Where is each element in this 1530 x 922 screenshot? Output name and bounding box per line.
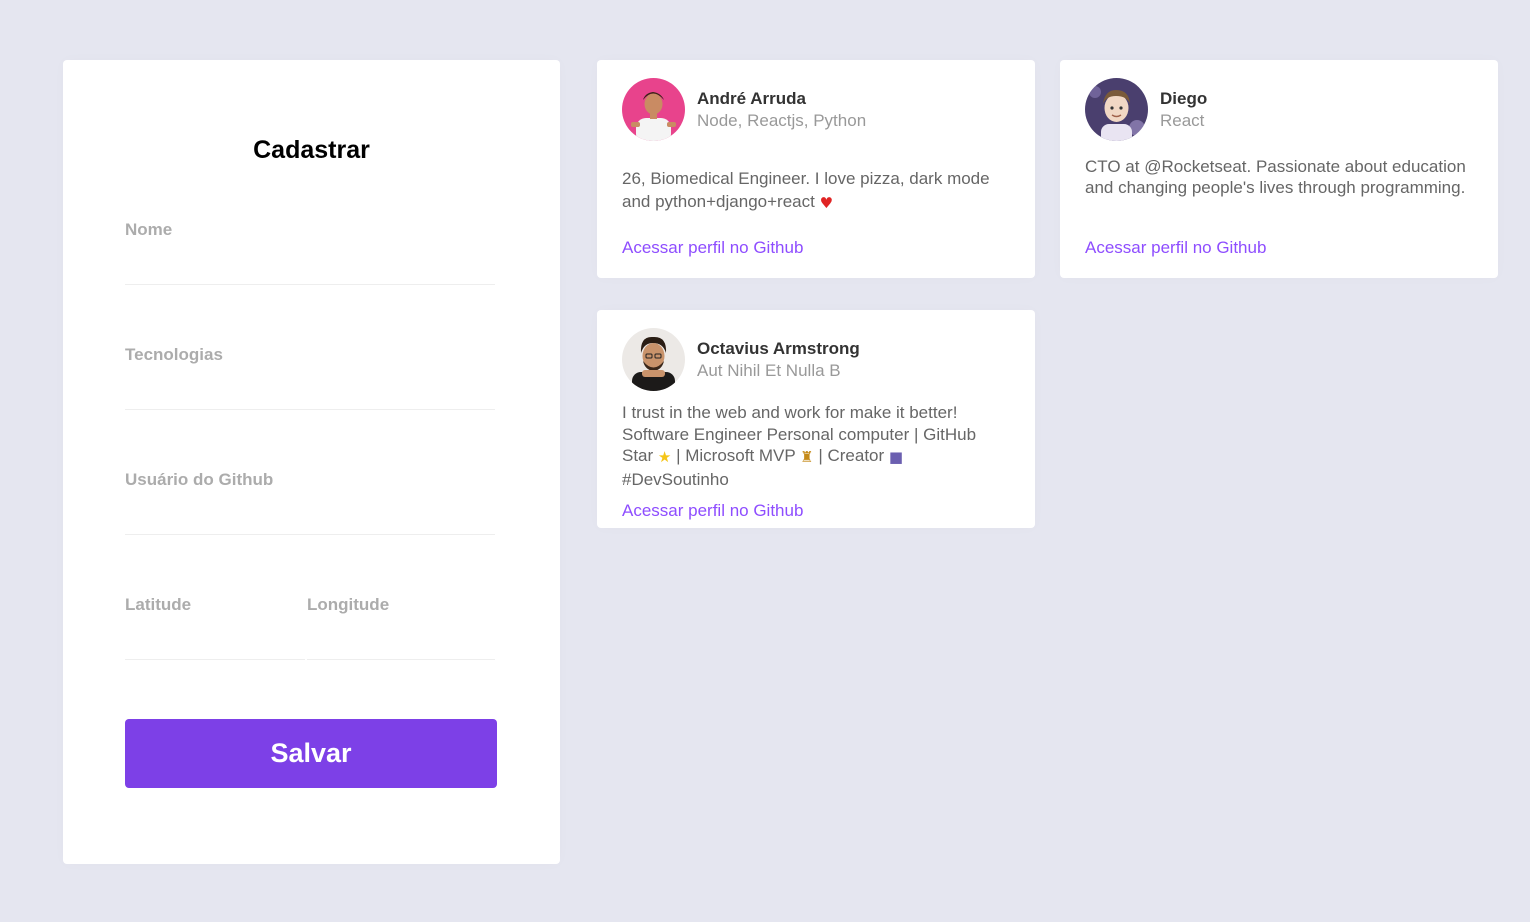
dev-info: André Arruda Node, Reactjs, Python xyxy=(697,89,866,131)
dev-bio-text: 26, Biomedical Engineer. I love pizza, d… xyxy=(622,169,990,211)
dev-name: Octavius Armstrong xyxy=(697,338,860,358)
trophy-icon: ♜ xyxy=(800,448,814,466)
name-field: Nome xyxy=(125,220,495,285)
github-profile-link[interactable]: Acessar perfil no Github xyxy=(1085,238,1266,258)
register-form-panel: Cadastrar Nome Tecnologias Usuário do Gi… xyxy=(63,60,560,864)
github-profile-link[interactable]: Acessar perfil no Github xyxy=(622,238,803,258)
name-input[interactable] xyxy=(125,253,495,285)
techs-field: Tecnologias xyxy=(125,345,495,410)
longitude-field: Longitude xyxy=(307,595,495,660)
dev-card-header: Octavius Armstrong Aut Nihil Et Nulla B xyxy=(622,328,1010,391)
avatar-photo-icon xyxy=(622,328,685,391)
dev-card-header: André Arruda Node, Reactjs, Python xyxy=(622,78,1010,141)
avatar-photo-icon xyxy=(622,78,685,141)
dev-info: Octavius Armstrong Aut Nihil Et Nulla B xyxy=(697,339,860,381)
latitude-label: Latitude xyxy=(125,595,192,614)
dev-info: Diego React xyxy=(1160,89,1207,131)
name-label: Nome xyxy=(125,220,173,239)
dev-bio-text: #DevSoutinho xyxy=(622,469,729,489)
dev-card: Diego React CTO at @Rocketseat. Passiona… xyxy=(1060,60,1498,278)
dev-bio: CTO at @Rocketseat. Passionate about edu… xyxy=(1085,157,1466,197)
github-profile-link[interactable]: Acessar perfil no Github xyxy=(622,501,803,521)
dev-techs: React xyxy=(1160,110,1205,130)
techs-label: Tecnologias xyxy=(125,345,223,364)
latitude-input[interactable] xyxy=(125,628,305,660)
longitude-input[interactable] xyxy=(307,628,495,660)
dev-card: Octavius Armstrong Aut Nihil Et Nulla B … xyxy=(597,310,1035,528)
dev-name: André Arruda xyxy=(697,88,806,108)
dev-bio-text: | Creator xyxy=(813,446,889,465)
github-username-input[interactable] xyxy=(125,503,495,535)
form-title: Cadastrar xyxy=(253,136,370,164)
avatar-photo-icon xyxy=(1085,78,1148,141)
dev-card-header: Diego React xyxy=(1085,78,1473,141)
dev-techs: Node, Reactjs, Python xyxy=(697,110,867,130)
longitude-label: Longitude xyxy=(307,595,390,614)
dev-techs: Aut Nihil Et Nulla B xyxy=(697,360,841,380)
latitude-field: Latitude xyxy=(125,595,305,660)
dev-bio: I trust in the web and work for make it … xyxy=(622,402,1010,490)
movie-camera-icon: ■ xyxy=(888,448,904,466)
github-username-field: Usuário do Github xyxy=(125,470,495,535)
dev-name: Diego xyxy=(1160,88,1208,108)
dev-bio-text: | Microsoft MVP xyxy=(671,446,801,465)
techs-input[interactable] xyxy=(125,378,495,410)
dev-bio: 26, Biomedical Engineer. I love pizza, d… xyxy=(622,167,1010,215)
star-icon: ★ xyxy=(657,448,672,466)
heart-icon: ♥ xyxy=(819,194,834,212)
save-button[interactable]: Salvar xyxy=(125,719,497,788)
dev-card: André Arruda Node, Reactjs, Python 26, B… xyxy=(597,60,1035,278)
github-username-label: Usuário do Github xyxy=(125,470,274,489)
